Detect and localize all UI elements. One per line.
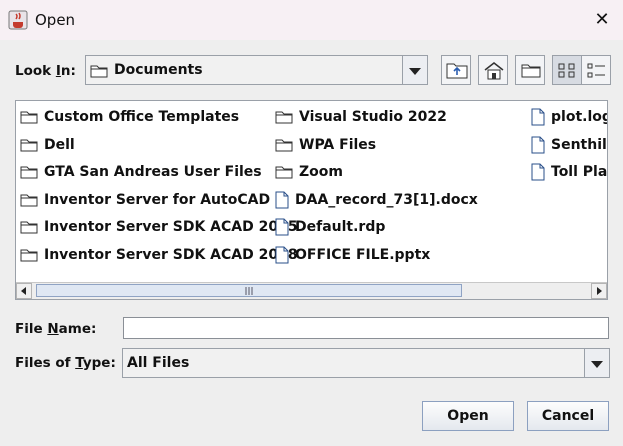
chevron-down-icon[interactable] bbox=[584, 349, 609, 377]
new-folder-button[interactable] bbox=[515, 55, 545, 85]
folder-item[interactable]: GTA San Andreas User Files bbox=[20, 161, 262, 183]
item-label: Visual Studio 2022 bbox=[299, 109, 447, 125]
file-list[interactable]: Custom Office Templates Dell GTA San Andre… bbox=[15, 100, 608, 300]
file-icon bbox=[531, 163, 545, 181]
item-label: GTA San Andreas User Files bbox=[44, 164, 262, 180]
cancel-button[interactable]: Cancel bbox=[527, 401, 609, 431]
chevron-down-icon[interactable] bbox=[402, 56, 427, 84]
folder-item[interactable]: Visual Studio 2022 bbox=[275, 106, 447, 128]
window-title: Open bbox=[35, 11, 76, 29]
item-label: DAA_record_73[1].docx bbox=[295, 191, 478, 208]
title-bar: Open ✕ bbox=[0, 0, 623, 40]
item-label: Custom Office Templates bbox=[44, 109, 240, 125]
item-label: WPA Files bbox=[299, 136, 377, 153]
details-view-icon bbox=[587, 63, 605, 78]
folder-item[interactable]: Custom Office Templates bbox=[20, 106, 239, 128]
folder-item[interactable]: Dell bbox=[20, 134, 75, 156]
file-icon bbox=[531, 136, 545, 153]
caret-right-icon bbox=[597, 287, 602, 295]
up-one-level-icon bbox=[446, 63, 468, 79]
folder-item[interactable]: Inventor Server SDK ACAD 2015 bbox=[20, 216, 298, 238]
file-item[interactable]: Default.rdp bbox=[275, 216, 385, 238]
item-label: Senthil bbox=[551, 136, 607, 153]
folder-icon bbox=[20, 194, 38, 206]
file-icon bbox=[275, 218, 289, 236]
close-icon[interactable]: ✕ bbox=[592, 11, 612, 31]
files-of-type-label: Files of Type: bbox=[15, 355, 116, 371]
list-view-icon bbox=[558, 63, 575, 78]
file-item[interactable]: DAA_record_73[1].docx bbox=[275, 189, 478, 211]
horizontal-scrollbar[interactable] bbox=[16, 282, 607, 299]
details-view-button[interactable] bbox=[581, 55, 611, 85]
up-one-level-button[interactable] bbox=[441, 55, 471, 85]
file-name-input[interactable] bbox=[123, 317, 609, 339]
item-label: Inventor Server SDK ACAD 2015 bbox=[44, 219, 298, 235]
item-label: Inventor Server for AutoCAD bbox=[44, 191, 271, 208]
item-label: Zoom bbox=[299, 164, 343, 180]
file-name-label: File Name: bbox=[15, 321, 97, 337]
look-in-label: Look In: bbox=[15, 63, 76, 79]
folder-icon bbox=[275, 111, 293, 124]
folder-item[interactable]: Zoom bbox=[275, 161, 343, 183]
folder-icon bbox=[275, 139, 293, 151]
look-in-combobox[interactable]: Documents bbox=[85, 55, 428, 85]
item-label: Dell bbox=[44, 136, 75, 153]
folder-icon bbox=[275, 166, 293, 179]
file-item[interactable]: OFFICE FILE.pptx bbox=[275, 244, 430, 266]
file-icon bbox=[275, 191, 289, 208]
folder-icon bbox=[20, 111, 38, 124]
open-button[interactable]: Open bbox=[422, 401, 514, 431]
file-icon bbox=[531, 108, 545, 126]
folder-item[interactable]: Inventor Server SDK ACAD 2018 bbox=[20, 244, 298, 266]
file-item[interactable]: Senthil bbox=[531, 134, 607, 156]
folder-icon bbox=[90, 65, 108, 78]
folder-icon bbox=[20, 139, 38, 151]
file-item[interactable]: plot.log bbox=[531, 106, 608, 128]
item-label: OFFICE FILE.pptx bbox=[295, 246, 431, 263]
item-label: Inventor Server SDK ACAD 2018 bbox=[44, 246, 298, 263]
folder-item[interactable]: WPA Files bbox=[275, 134, 376, 156]
files-of-type-combobox[interactable]: All Files bbox=[122, 348, 610, 378]
home-button[interactable] bbox=[478, 55, 508, 85]
scroll-left-button[interactable] bbox=[16, 283, 32, 299]
scroll-right-button[interactable] bbox=[591, 283, 607, 299]
file-icon bbox=[275, 246, 289, 263]
folder-item[interactable]: Inventor Server for AutoCAD bbox=[20, 189, 270, 211]
files-of-type-value: All Files bbox=[127, 355, 190, 371]
folder-icon bbox=[20, 221, 38, 234]
new-folder-icon bbox=[521, 64, 541, 78]
item-label: plot.log bbox=[551, 109, 608, 125]
item-label: Toll Pla bbox=[551, 164, 608, 180]
list-view-button[interactable] bbox=[552, 55, 582, 85]
look-in-value: Documents bbox=[114, 62, 203, 78]
caret-left-icon bbox=[21, 287, 26, 295]
item-label: Default.rdp bbox=[295, 219, 386, 235]
file-item[interactable]: Toll Pla bbox=[531, 161, 607, 183]
home-icon bbox=[484, 62, 504, 80]
grip-icon bbox=[245, 287, 253, 295]
scrollbar-thumb[interactable] bbox=[36, 284, 462, 297]
folder-icon bbox=[20, 166, 38, 179]
folder-icon bbox=[20, 249, 38, 261]
java-cup-icon bbox=[8, 10, 28, 30]
